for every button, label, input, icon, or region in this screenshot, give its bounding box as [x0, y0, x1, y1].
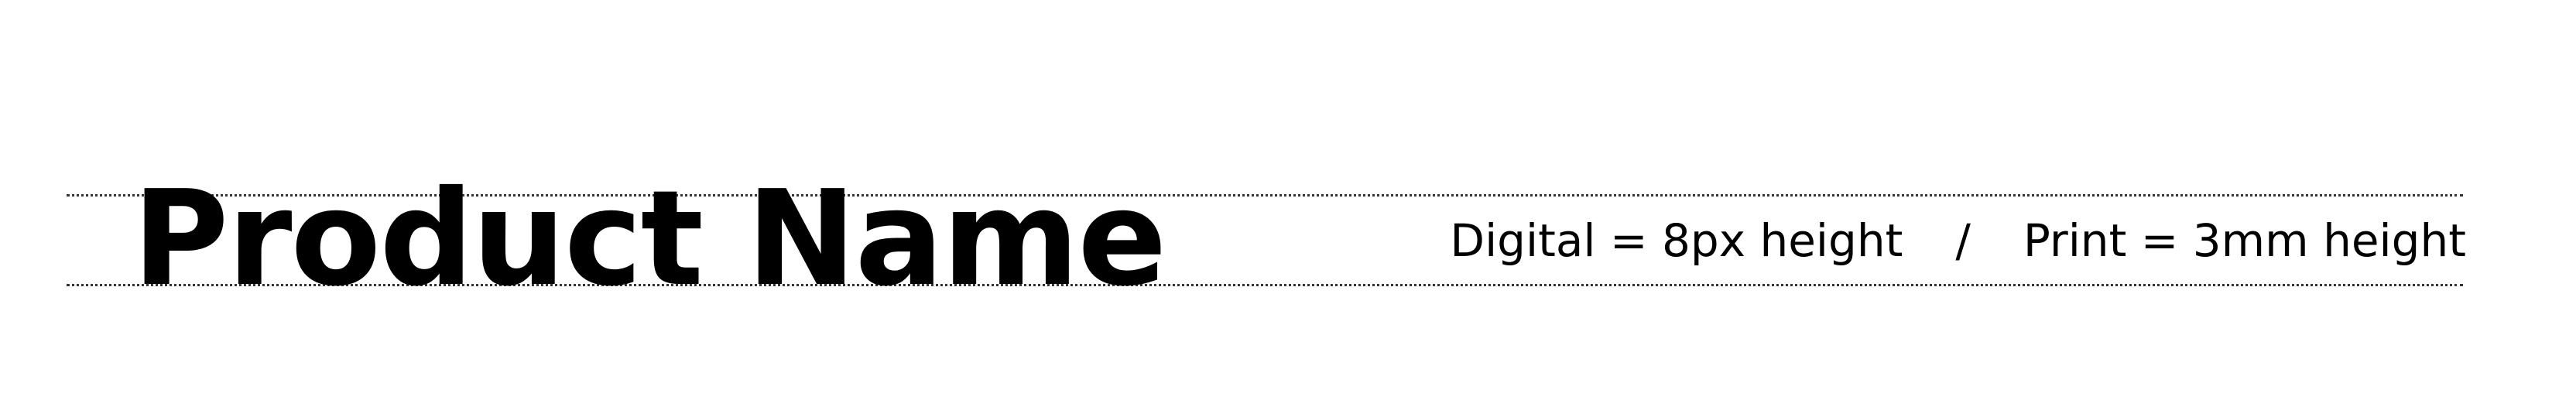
product-name-height-guide: Product Name Digital = 8px height / Prin…	[0, 0, 2576, 417]
print-height-spec: Print = 3mm height	[2023, 214, 2466, 267]
product-name-sample: Product Name	[132, 162, 1167, 316]
height-specification: Digital = 8px height / Print = 3mm heigh…	[1450, 214, 2466, 268]
digital-height-spec: Digital = 8px height	[1450, 214, 1903, 267]
spec-separator: /	[1955, 214, 1971, 267]
